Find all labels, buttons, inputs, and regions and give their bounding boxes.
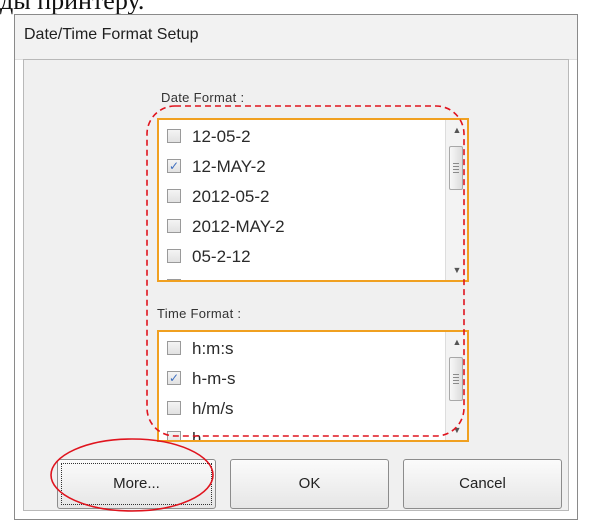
date-format-listbox[interactable]: 12-05-2 ✓ 12-MAY-2 2012-05-2 2012-MAY-2 05-2-… bbox=[157, 118, 469, 282]
date-format-option-label: MAY-2-12 bbox=[192, 277, 266, 280]
time-format-checkbox[interactable] bbox=[167, 431, 181, 440]
date-format-option[interactable]: MAY-2-12 bbox=[159, 273, 445, 280]
date-format-checkbox[interactable] bbox=[167, 129, 181, 143]
cancel-button[interactable]: Cancel bbox=[403, 459, 562, 509]
date-format-option-label: 12-MAY-2 bbox=[192, 157, 266, 176]
date-format-checkbox[interactable] bbox=[167, 249, 181, 263]
date-format-checkbox[interactable] bbox=[167, 279, 181, 280]
date-format-option-label: 2012-MAY-2 bbox=[192, 217, 285, 236]
date-format-option[interactable]: 05-2-12 bbox=[159, 243, 445, 273]
scroll-up-arrow-icon[interactable]: ▲ bbox=[451, 125, 463, 135]
date-format-option[interactable]: 12-05-2 bbox=[159, 123, 445, 153]
time-format-scrollbar[interactable]: ▲ ▼ bbox=[445, 332, 467, 440]
date-format-option[interactable]: 2012-MAY-2 bbox=[159, 213, 445, 243]
date-format-label: Date Format : bbox=[161, 90, 245, 105]
date-format-items: 12-05-2 ✓ 12-MAY-2 2012-05-2 2012-MAY-2 05-2-… bbox=[159, 120, 445, 280]
ok-button[interactable]: OK bbox=[230, 459, 389, 509]
dialog-title: Date/Time Format Setup bbox=[24, 26, 199, 43]
time-format-checkbox[interactable] bbox=[167, 401, 181, 415]
time-format-checkbox[interactable] bbox=[167, 341, 181, 355]
date-format-checkbox[interactable] bbox=[167, 189, 181, 203]
time-format-items: h:m:s ✓ h-m-s h/m/s h bbox=[159, 332, 445, 440]
time-format-checkbox[interactable]: ✓ bbox=[167, 371, 181, 385]
time-scroll-thumb[interactable] bbox=[449, 357, 463, 401]
dialog-client-area: Date Format : 12-05-2 ✓ 12-MAY-2 2012-05-2 2… bbox=[23, 59, 569, 511]
checkmark-icon: ✓ bbox=[168, 371, 180, 385]
time-format-option[interactable]: h bbox=[159, 425, 445, 440]
cancel-button-label: Cancel bbox=[459, 475, 506, 492]
title-bar[interactable]: Date/Time Format Setup bbox=[15, 15, 577, 60]
checkmark-icon: ✓ bbox=[168, 159, 180, 173]
more-button[interactable]: More... bbox=[57, 459, 216, 509]
date-scroll-thumb[interactable] bbox=[449, 146, 463, 190]
scroll-down-arrow-icon[interactable]: ▼ bbox=[451, 265, 463, 275]
time-format-option-label: h/m/s bbox=[192, 399, 234, 418]
time-format-option-label: h:m:s bbox=[192, 339, 234, 358]
date-format-option-label: 2012-05-2 bbox=[192, 187, 270, 206]
time-format-option[interactable]: h/m/s bbox=[159, 395, 445, 425]
time-format-listbox[interactable]: h:m:s ✓ h-m-s h/m/s h ▲ ▼ bbox=[157, 330, 469, 442]
time-format-option[interactable]: ✓ h-m-s bbox=[159, 365, 445, 395]
time-format-label: Time Format : bbox=[157, 306, 242, 321]
more-button-label: More... bbox=[113, 475, 160, 492]
date-time-format-dialog: Date/Time Format Setup Date Format : 12-… bbox=[14, 14, 578, 520]
date-format-option-label: 05-2-12 bbox=[192, 247, 251, 266]
date-format-option-label: 12-05-2 bbox=[192, 127, 251, 146]
date-format-option[interactable]: ✓ 12-MAY-2 bbox=[159, 153, 445, 183]
time-format-option-label: h bbox=[192, 429, 202, 440]
time-format-option-label: h-m-s bbox=[192, 369, 236, 388]
scroll-up-arrow-icon[interactable]: ▲ bbox=[451, 337, 463, 347]
time-format-option[interactable]: h:m:s bbox=[159, 335, 445, 365]
date-format-checkbox[interactable]: ✓ bbox=[167, 159, 181, 173]
ok-button-label: OK bbox=[298, 475, 321, 492]
date-format-scrollbar[interactable]: ▲ ▼ bbox=[445, 120, 467, 280]
scroll-down-arrow-icon[interactable]: ▼ bbox=[451, 425, 463, 435]
date-format-checkbox[interactable] bbox=[167, 219, 181, 233]
date-format-option[interactable]: 2012-05-2 bbox=[159, 183, 445, 213]
